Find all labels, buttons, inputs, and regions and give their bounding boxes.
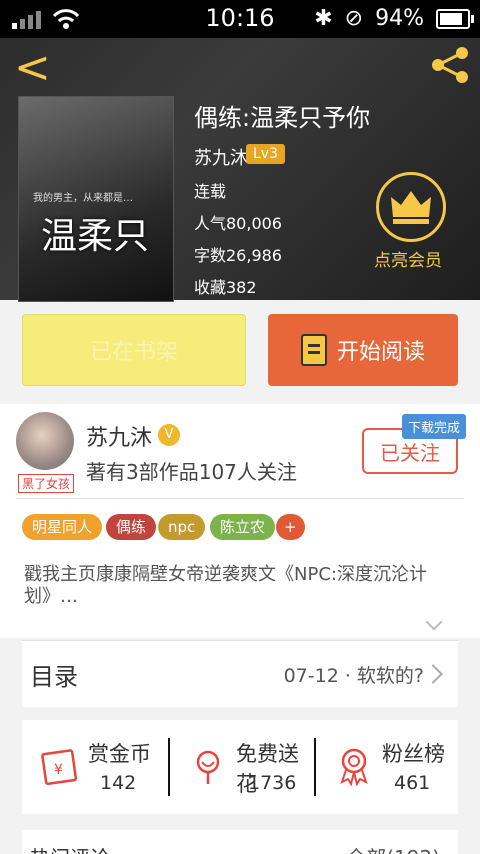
book-status: 连载 (194, 182, 227, 201)
author-works: 著有3部作品107人关注 (86, 460, 297, 484)
avatar[interactable] (16, 412, 74, 470)
red-envelope-icon: ¥ (41, 749, 78, 786)
book-word-count: 字数26,986 (194, 246, 282, 265)
follow-label: 已关注 (380, 440, 440, 465)
vip-label[interactable]: 点亮会员 (374, 246, 442, 271)
medal-icon (340, 748, 368, 786)
share-icon[interactable] (430, 46, 470, 84)
author-name[interactable]: 苏九沐 (86, 420, 152, 452)
chevron-right-icon (423, 664, 443, 684)
author-level-badge: Lv3 (246, 144, 285, 164)
flower-icon (196, 750, 220, 784)
book-header: 10:16 ✱ ⊘ 94% < 我的男主，从来都是… 温柔只 偶练:温柔只予你 … (0, 0, 480, 302)
svg-text:¥: ¥ (54, 762, 63, 778)
mute-icon: ⊘ (344, 6, 364, 31)
battery-icon (436, 8, 474, 29)
start-reading-button[interactable]: 开始阅读 (268, 314, 458, 386)
all-comments-link[interactable]: 全部(192) (346, 842, 440, 854)
fan-ranking[interactable]: 粉丝榜 461 (316, 720, 461, 814)
download-complete-toast: 下载完成 (402, 414, 467, 439)
book-icon (300, 334, 327, 366)
free-flowers[interactable]: 免费送花 1736 (170, 720, 315, 814)
stats-bar: ¥ 赏金币 142 免费送花 1736 粉丝榜 461 (22, 720, 458, 814)
book-description[interactable]: 戳我主页康康隔壁女帝逆袭爽文《NPC:深度沉沦计划》… (24, 564, 464, 608)
expand-chevron-icon[interactable] (425, 613, 443, 631)
book-title: 偶练:温柔只予你 (194, 104, 371, 132)
cover-subtext: 我的男主，从来都是… (33, 193, 133, 204)
table-of-contents-row[interactable]: 目录 07-12 · 软软的? (22, 640, 458, 707)
comments-label: 热门评论 (30, 842, 110, 854)
author-card[interactable]: 黑了女孩 苏九沐 V 著有3部作品107人关注 已关注 下载完成 (0, 404, 480, 500)
comments-header[interactable]: 热门评论 全部(192) (22, 830, 458, 854)
flowers-value: 1736 (248, 772, 297, 794)
verified-badge-icon: V (158, 424, 180, 446)
tag-item[interactable]: 明星同人 (22, 514, 103, 540)
avatar-tag: 黑了女孩 (18, 474, 75, 493)
tags-description: 明星同人 偶练 npc 陈立农 + 戳我主页康康隔壁女帝逆袭爽文《NPC:深度沉… (0, 500, 480, 638)
divider (16, 498, 464, 499)
status-icons: ✱ ⊘ 94% (314, 6, 474, 31)
vip-button[interactable] (376, 172, 446, 242)
on-shelf-label: 已在书架 (89, 340, 178, 365)
crown-icon (391, 191, 431, 224)
book-author[interactable]: 苏九沐 (194, 144, 248, 170)
cover-title: 温柔只 (41, 216, 150, 257)
start-reading-label: 开始阅读 (336, 340, 425, 365)
book-cover[interactable]: 我的男主，从来都是… 温柔只 (18, 96, 174, 302)
status-bar: 10:16 ✱ ⊘ 94% (0, 0, 480, 38)
latest-chapter: 07-12 · 软软的? (283, 665, 424, 687)
fans-value: 461 (394, 772, 431, 794)
battery-percent: 94% (375, 6, 424, 31)
toc-label: 目录 (30, 663, 78, 691)
tag-item[interactable]: 偶练 (106, 514, 157, 540)
book-favorites: 收藏382 (194, 278, 257, 297)
reward-coins[interactable]: ¥ 赏金币 142 (22, 720, 167, 814)
reward-label: 赏金币 (88, 742, 151, 766)
book-popularity: 人气80,006 (194, 214, 282, 233)
fans-label: 粉丝榜 (382, 742, 445, 766)
tag-item[interactable]: npc (158, 514, 206, 540)
add-tag-button[interactable]: + (276, 514, 305, 540)
back-icon[interactable]: < (14, 46, 51, 90)
bluetooth-icon: ✱ (314, 6, 333, 31)
reward-value: 142 (100, 772, 137, 794)
tag-item[interactable]: 陈立农 (210, 514, 276, 540)
on-shelf-button[interactable]: 已在书架 (22, 314, 246, 386)
